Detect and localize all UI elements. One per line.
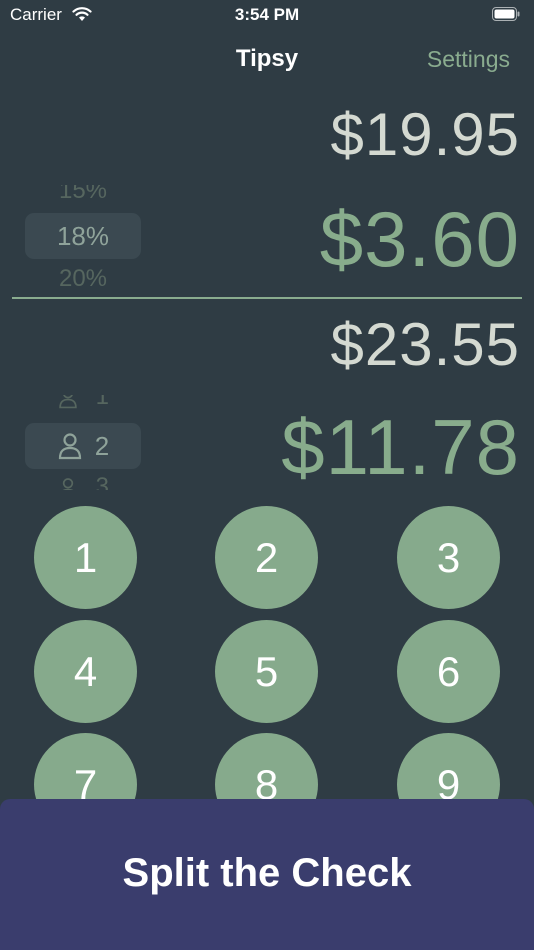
keypad-key-1[interactable]: 1 [34, 506, 137, 609]
divider [12, 297, 522, 299]
people-option-selected[interactable]: 2 [25, 423, 141, 469]
keypad-key-3[interactable]: 3 [397, 506, 500, 609]
tip-option-above[interactable]: 15% [25, 185, 141, 205]
split-check-button[interactable]: Split the Check [0, 799, 534, 950]
status-bar: Carrier 3:54 PM [0, 0, 534, 30]
tip-amount: $3.60 [319, 195, 520, 283]
person-icon [59, 395, 77, 408]
person-icon [62, 477, 74, 490]
battery-icon [492, 7, 520, 21]
people-selected-label: 2 [94, 430, 110, 461]
tip-percent-picker[interactable]: 15% 18% 20% [25, 185, 141, 290]
keypad-key-4[interactable]: 4 [34, 620, 137, 723]
keypad-key-2[interactable]: 2 [215, 506, 318, 609]
keypad-key-5[interactable]: 5 [215, 620, 318, 723]
people-option-above[interactable]: 1 [25, 395, 141, 411]
per-person-amount: $11.78 [281, 403, 520, 491]
total-amount: $23.55 [330, 311, 520, 378]
settings-button[interactable]: Settings [427, 46, 510, 73]
bill-amount: $19.95 [330, 101, 520, 168]
tip-option-selected[interactable]: 18% [25, 213, 141, 259]
tip-option-below[interactable]: 20% [25, 265, 141, 290]
status-time: 3:54 PM [234, 5, 300, 24]
people-count-picker[interactable]: 1 2 3 [25, 395, 141, 490]
split-check-label: Split the Check [122, 851, 412, 895]
people-option-below[interactable]: 3 [25, 473, 141, 490]
keypad-key-6[interactable]: 6 [397, 620, 500, 723]
person-icon [58, 433, 81, 460]
